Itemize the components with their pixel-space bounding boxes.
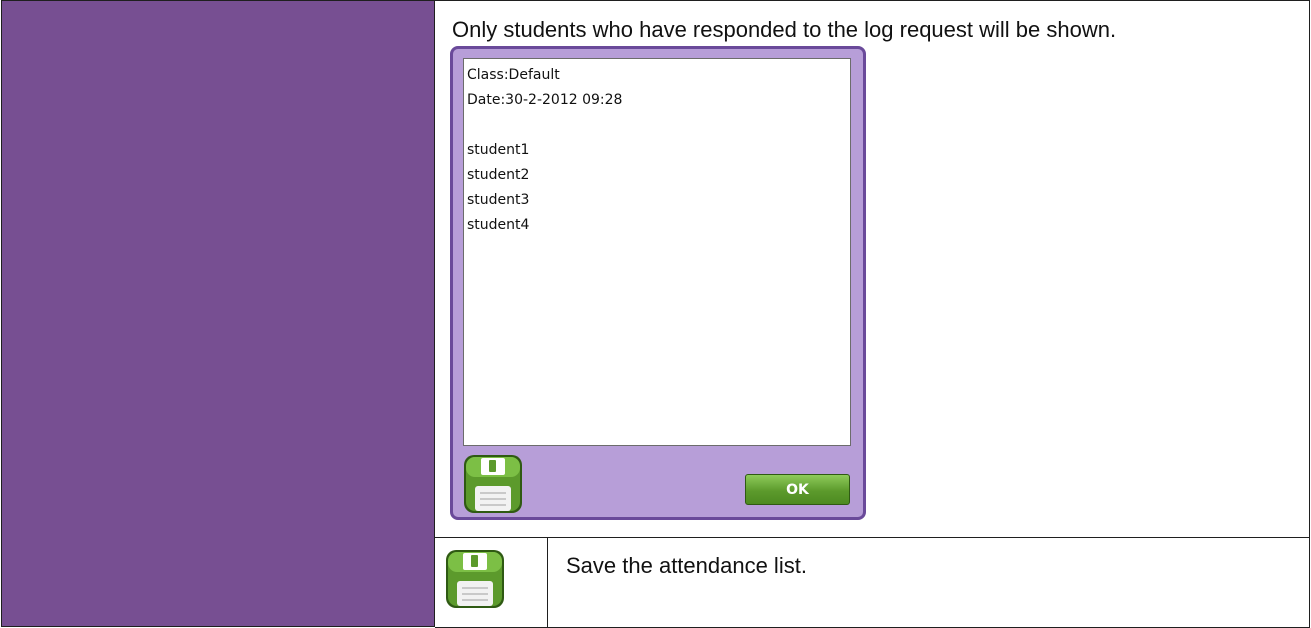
save-button[interactable] bbox=[463, 454, 523, 514]
log-student-line: student3 bbox=[467, 192, 530, 208]
icon-cell bbox=[435, 538, 548, 627]
floppy-disk-icon bbox=[464, 455, 522, 513]
floppy-disk-icon bbox=[446, 550, 504, 608]
document-table: Only students who have responded to the … bbox=[0, 0, 1311, 628]
ok-button[interactable]: OK bbox=[745, 474, 850, 505]
attendance-log[interactable]: Class:Default Date:30-2-2012 09:28 stude… bbox=[463, 58, 851, 446]
save-description-text: Save the attendance list. bbox=[566, 553, 807, 578]
log-blank-line bbox=[467, 113, 847, 138]
intro-text: Only students who have responded to the … bbox=[452, 17, 1117, 42]
log-student-line: student1 bbox=[467, 142, 530, 158]
save-description-row: Save the attendance list. bbox=[435, 537, 1310, 628]
log-student-line: student2 bbox=[467, 167, 530, 183]
log-class-line: Class:Default bbox=[467, 67, 560, 83]
left-color-cell bbox=[1, 0, 435, 627]
log-date-line: Date:30-2-2012 09:28 bbox=[467, 92, 623, 108]
attendance-dialog: Class:Default Date:30-2-2012 09:28 stude… bbox=[450, 46, 866, 520]
log-student-line: student4 bbox=[467, 217, 530, 233]
